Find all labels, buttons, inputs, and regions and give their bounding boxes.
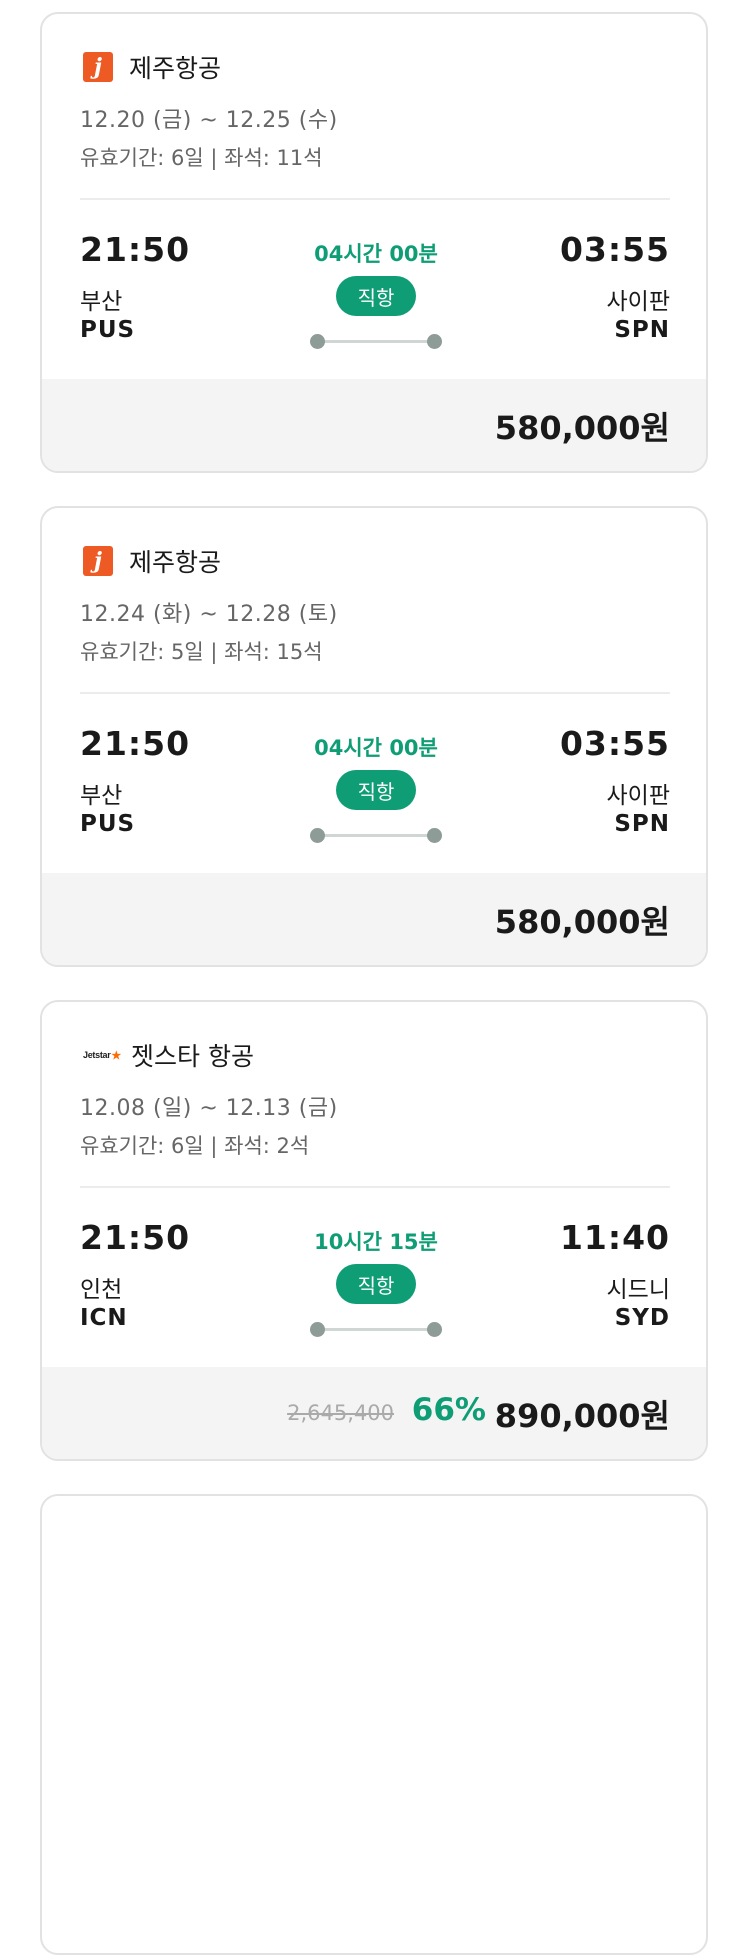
arrival-code: SYD — [614, 1305, 670, 1331]
origin-dot-icon — [310, 828, 325, 843]
price: 580,000원 — [494, 903, 670, 941]
flight-card[interactable]: Jetstar ★ 젯스타 항공 12.08 (일) ~ 12.13 (금) 유효… — [40, 1000, 708, 1461]
arrival-city: 사이판 — [606, 289, 670, 315]
destination-dot-icon — [427, 828, 442, 843]
flight-duration: 04시간 00분 — [314, 736, 438, 760]
price-footer: 2,645,400 66% 890,000원 — [42, 1367, 706, 1459]
route-line — [310, 826, 442, 846]
destination-dot-icon — [427, 1322, 442, 1337]
divider — [80, 692, 670, 694]
departure-code: PUS — [80, 317, 136, 343]
arrival-time: 11:40 — [559, 1218, 670, 1257]
price: 890,000원 — [494, 1397, 670, 1435]
departure-city: 인천 — [80, 1277, 123, 1303]
destination-dot-icon — [427, 334, 442, 349]
travel-dates: 12.20 (금) ~ 12.25 (수) — [80, 108, 338, 133]
arrival-time: 03:55 — [559, 230, 670, 269]
flight-card[interactable]: j 제주항공 12.24 (화) ~ 12.28 (토) 유효기간: 5일 | … — [40, 506, 708, 967]
origin-dot-icon — [310, 1322, 325, 1337]
flight-card[interactable]: j 제주항공 12.20 (금) ~ 12.25 (수) 유효기간: 6일 | … — [40, 12, 708, 473]
validity-seats: 유효기간: 6일 | 좌석: 2석 — [80, 1134, 310, 1158]
route-line — [310, 332, 442, 352]
route-line — [310, 1320, 442, 1340]
validity-seats: 유효기간: 6일 | 좌석: 11석 — [80, 146, 323, 170]
arrival-code: SPN — [614, 811, 670, 837]
price: 580,000원 — [494, 409, 670, 447]
departure-city: 부산 — [80, 783, 123, 809]
airline-name: 제주항공 — [129, 54, 222, 83]
flight-duration: 04시간 00분 — [314, 242, 438, 266]
original-price: 2,645,400 — [287, 1401, 394, 1425]
price-footer: 580,000원 — [42, 379, 706, 471]
airline-name: 제주항공 — [129, 548, 222, 577]
departure-city: 부산 — [80, 289, 123, 315]
jeju-air-logo-icon: j — [83, 546, 113, 576]
validity-seats: 유효기간: 5일 | 좌석: 15석 — [80, 640, 323, 664]
arrival-city: 시드니 — [606, 1277, 670, 1303]
discount-rate: 66% — [411, 1392, 486, 1428]
origin-dot-icon — [310, 334, 325, 349]
direct-flight-badge: 직항 — [336, 276, 416, 316]
departure-code: PUS — [80, 811, 136, 837]
route-bar — [318, 834, 434, 837]
arrival-city: 사이판 — [606, 783, 670, 809]
divider — [80, 198, 670, 200]
direct-flight-badge: 직항 — [336, 1264, 416, 1304]
divider — [80, 1186, 670, 1188]
departure-time: 21:50 — [80, 1218, 191, 1257]
jetstar-logo-text: Jetstar — [83, 1050, 111, 1060]
airline-row: j 제주항공 — [83, 52, 222, 83]
airline-row: Jetstar ★ 젯스타 항공 — [83, 1040, 254, 1071]
direct-flight-badge: 직항 — [336, 770, 416, 810]
flight-duration: 10시간 15분 — [314, 1230, 438, 1254]
route-bar — [318, 1328, 434, 1331]
travel-dates: 12.24 (화) ~ 12.28 (토) — [80, 602, 338, 627]
departure-code: ICN — [80, 1305, 128, 1331]
arrival-time: 03:55 — [559, 724, 670, 763]
price-footer: 580,000원 — [42, 873, 706, 965]
route-bar — [318, 340, 434, 343]
flight-card[interactable] — [40, 1494, 708, 1955]
jeju-air-logo-icon: j — [83, 52, 113, 82]
jetstar-logo-icon: Jetstar ★ — [83, 1049, 121, 1062]
airline-name: 젯스타 항공 — [131, 1042, 254, 1071]
departure-time: 21:50 — [80, 230, 191, 269]
arrival-code: SPN — [614, 317, 670, 343]
airline-row: j 제주항공 — [83, 546, 222, 577]
travel-dates: 12.08 (일) ~ 12.13 (금) — [80, 1096, 338, 1121]
departure-time: 21:50 — [80, 724, 191, 763]
